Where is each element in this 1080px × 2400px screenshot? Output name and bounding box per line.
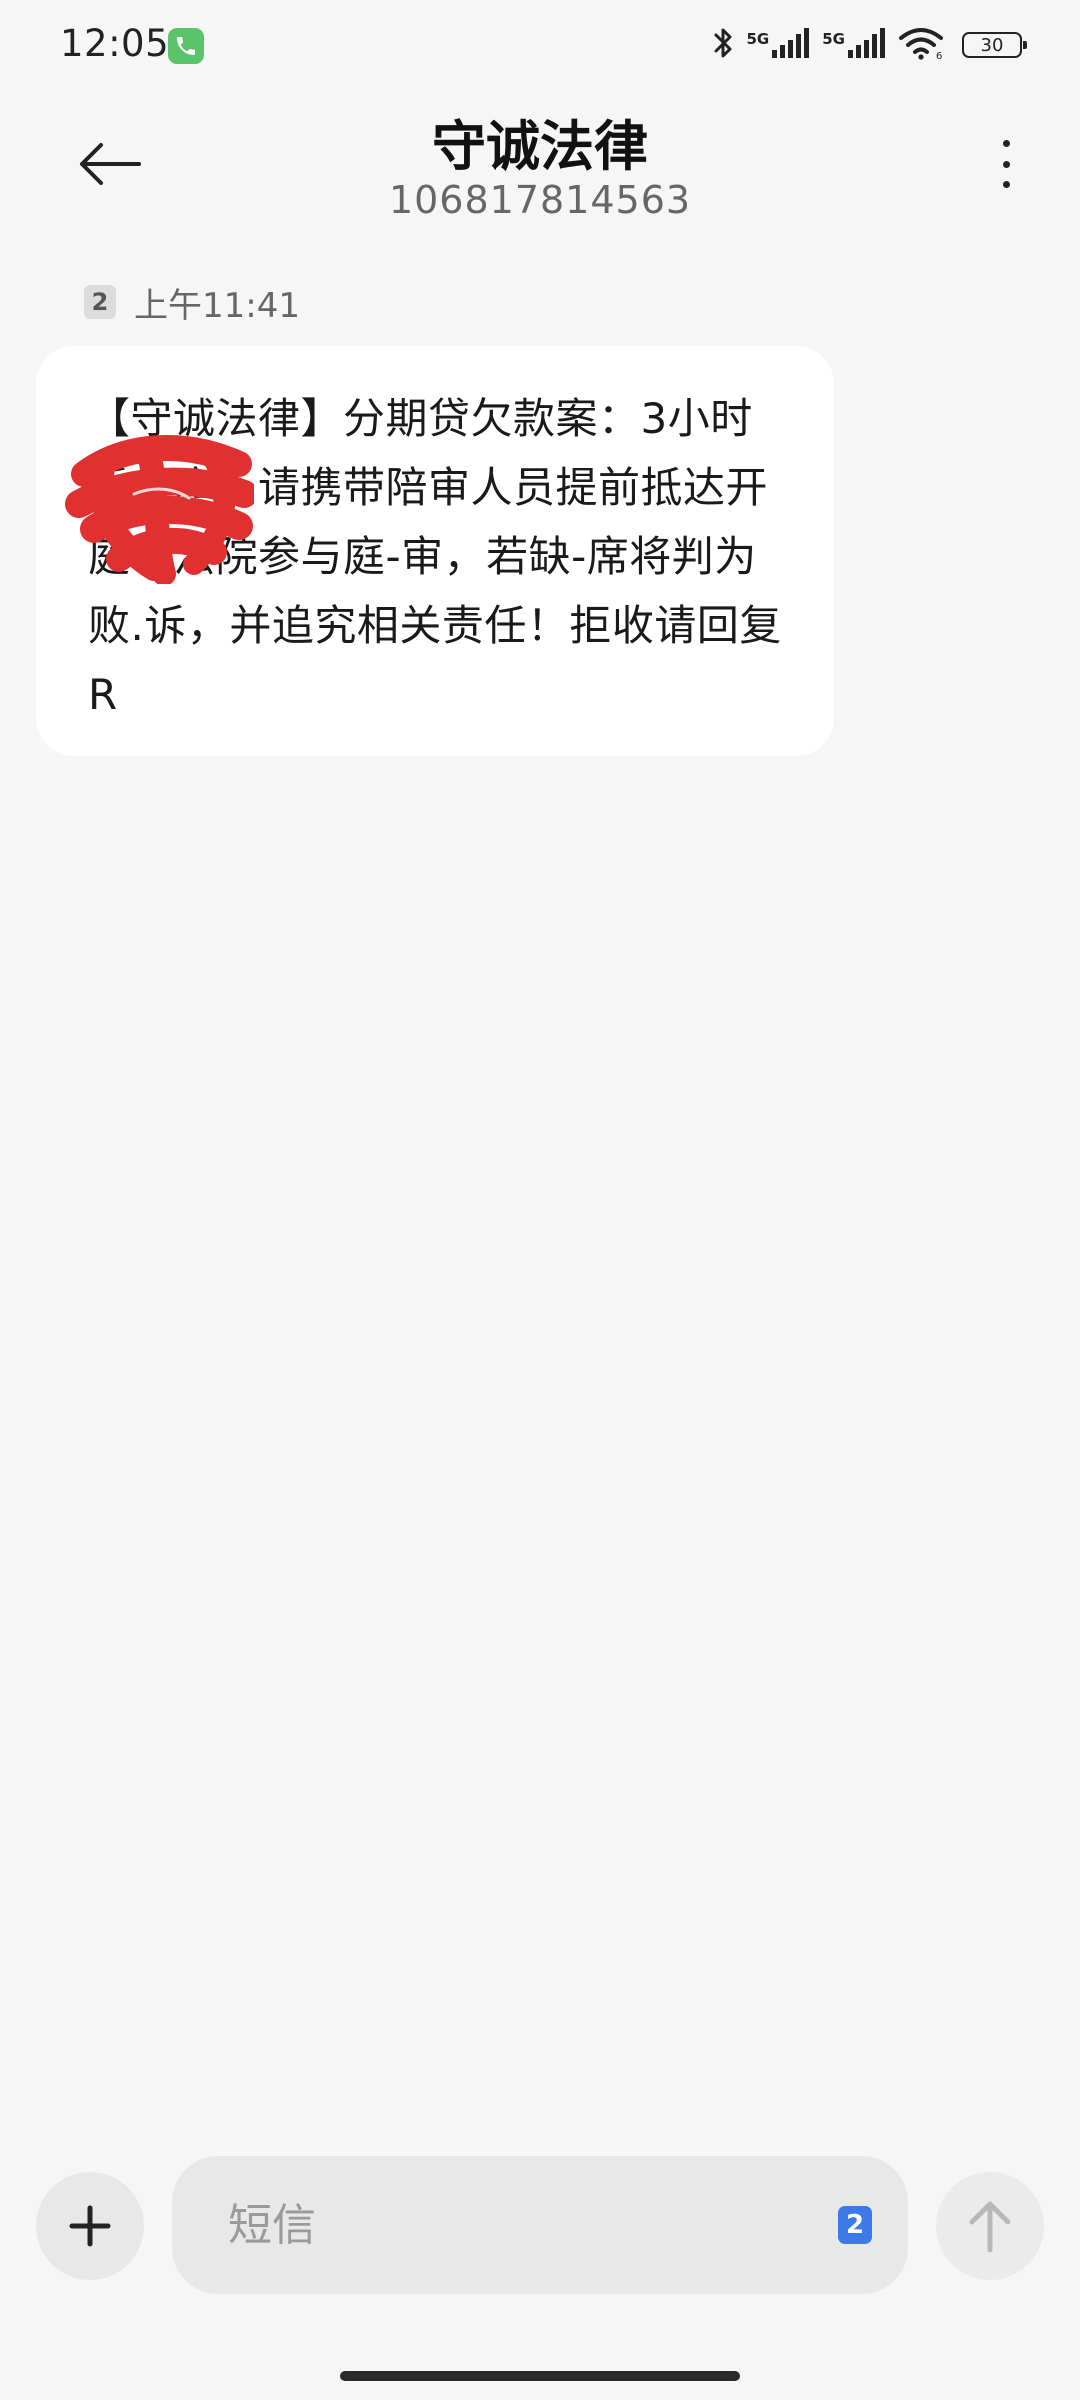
network-type-label: 5G	[822, 30, 845, 48]
add-button[interactable]	[36, 2172, 144, 2280]
contact-name: 守诚法律	[432, 115, 648, 178]
message-bubble[interactable]: 【守诚法律】分期贷欠款案：3小时后上庭，请携带陪审人员提前抵达开庭地法院参与庭-…	[36, 346, 834, 756]
network-type-label: 5G	[746, 30, 770, 48]
home-indicator[interactable]	[340, 2371, 740, 2381]
arrow-up-icon	[969, 2201, 1011, 2253]
signal-sim2: 5G	[822, 28, 888, 62]
status-time: 12:05	[60, 22, 170, 65]
more-vertical-icon[interactable]	[976, 132, 1036, 196]
signal-sim1: 5G	[747, 28, 813, 62]
message-meta: 2 上午11:41	[84, 280, 300, 326]
battery-icon: 30	[962, 32, 1027, 58]
message-time: 上午11:41	[134, 285, 300, 326]
send-button[interactable]	[936, 2172, 1044, 2280]
redaction-scribble	[65, 435, 254, 584]
plus-icon	[69, 2205, 111, 2247]
sim-select-button[interactable]: 2	[838, 2206, 872, 2244]
battery-level: 30	[980, 34, 1004, 56]
phone-call-icon[interactable]	[168, 28, 204, 64]
status-bar: 12:05 5G 5G 6 30	[0, 0, 1080, 90]
conversation-header: 守诚法律 106817814563	[0, 90, 1080, 250]
wifi-icon: 6	[898, 26, 944, 64]
message-input[interactable]	[226, 2198, 838, 2252]
status-icons: 5G 5G 6 30	[711, 22, 1027, 68]
svg-text:6: 6	[936, 51, 942, 60]
contact-number: 106817814563	[388, 178, 692, 222]
message-input-box[interactable]: 2	[172, 2156, 908, 2294]
sim-badge: 2	[84, 285, 116, 319]
bluetooth-icon	[711, 25, 737, 65]
signal-icon	[772, 28, 812, 62]
signal-icon	[848, 28, 888, 62]
